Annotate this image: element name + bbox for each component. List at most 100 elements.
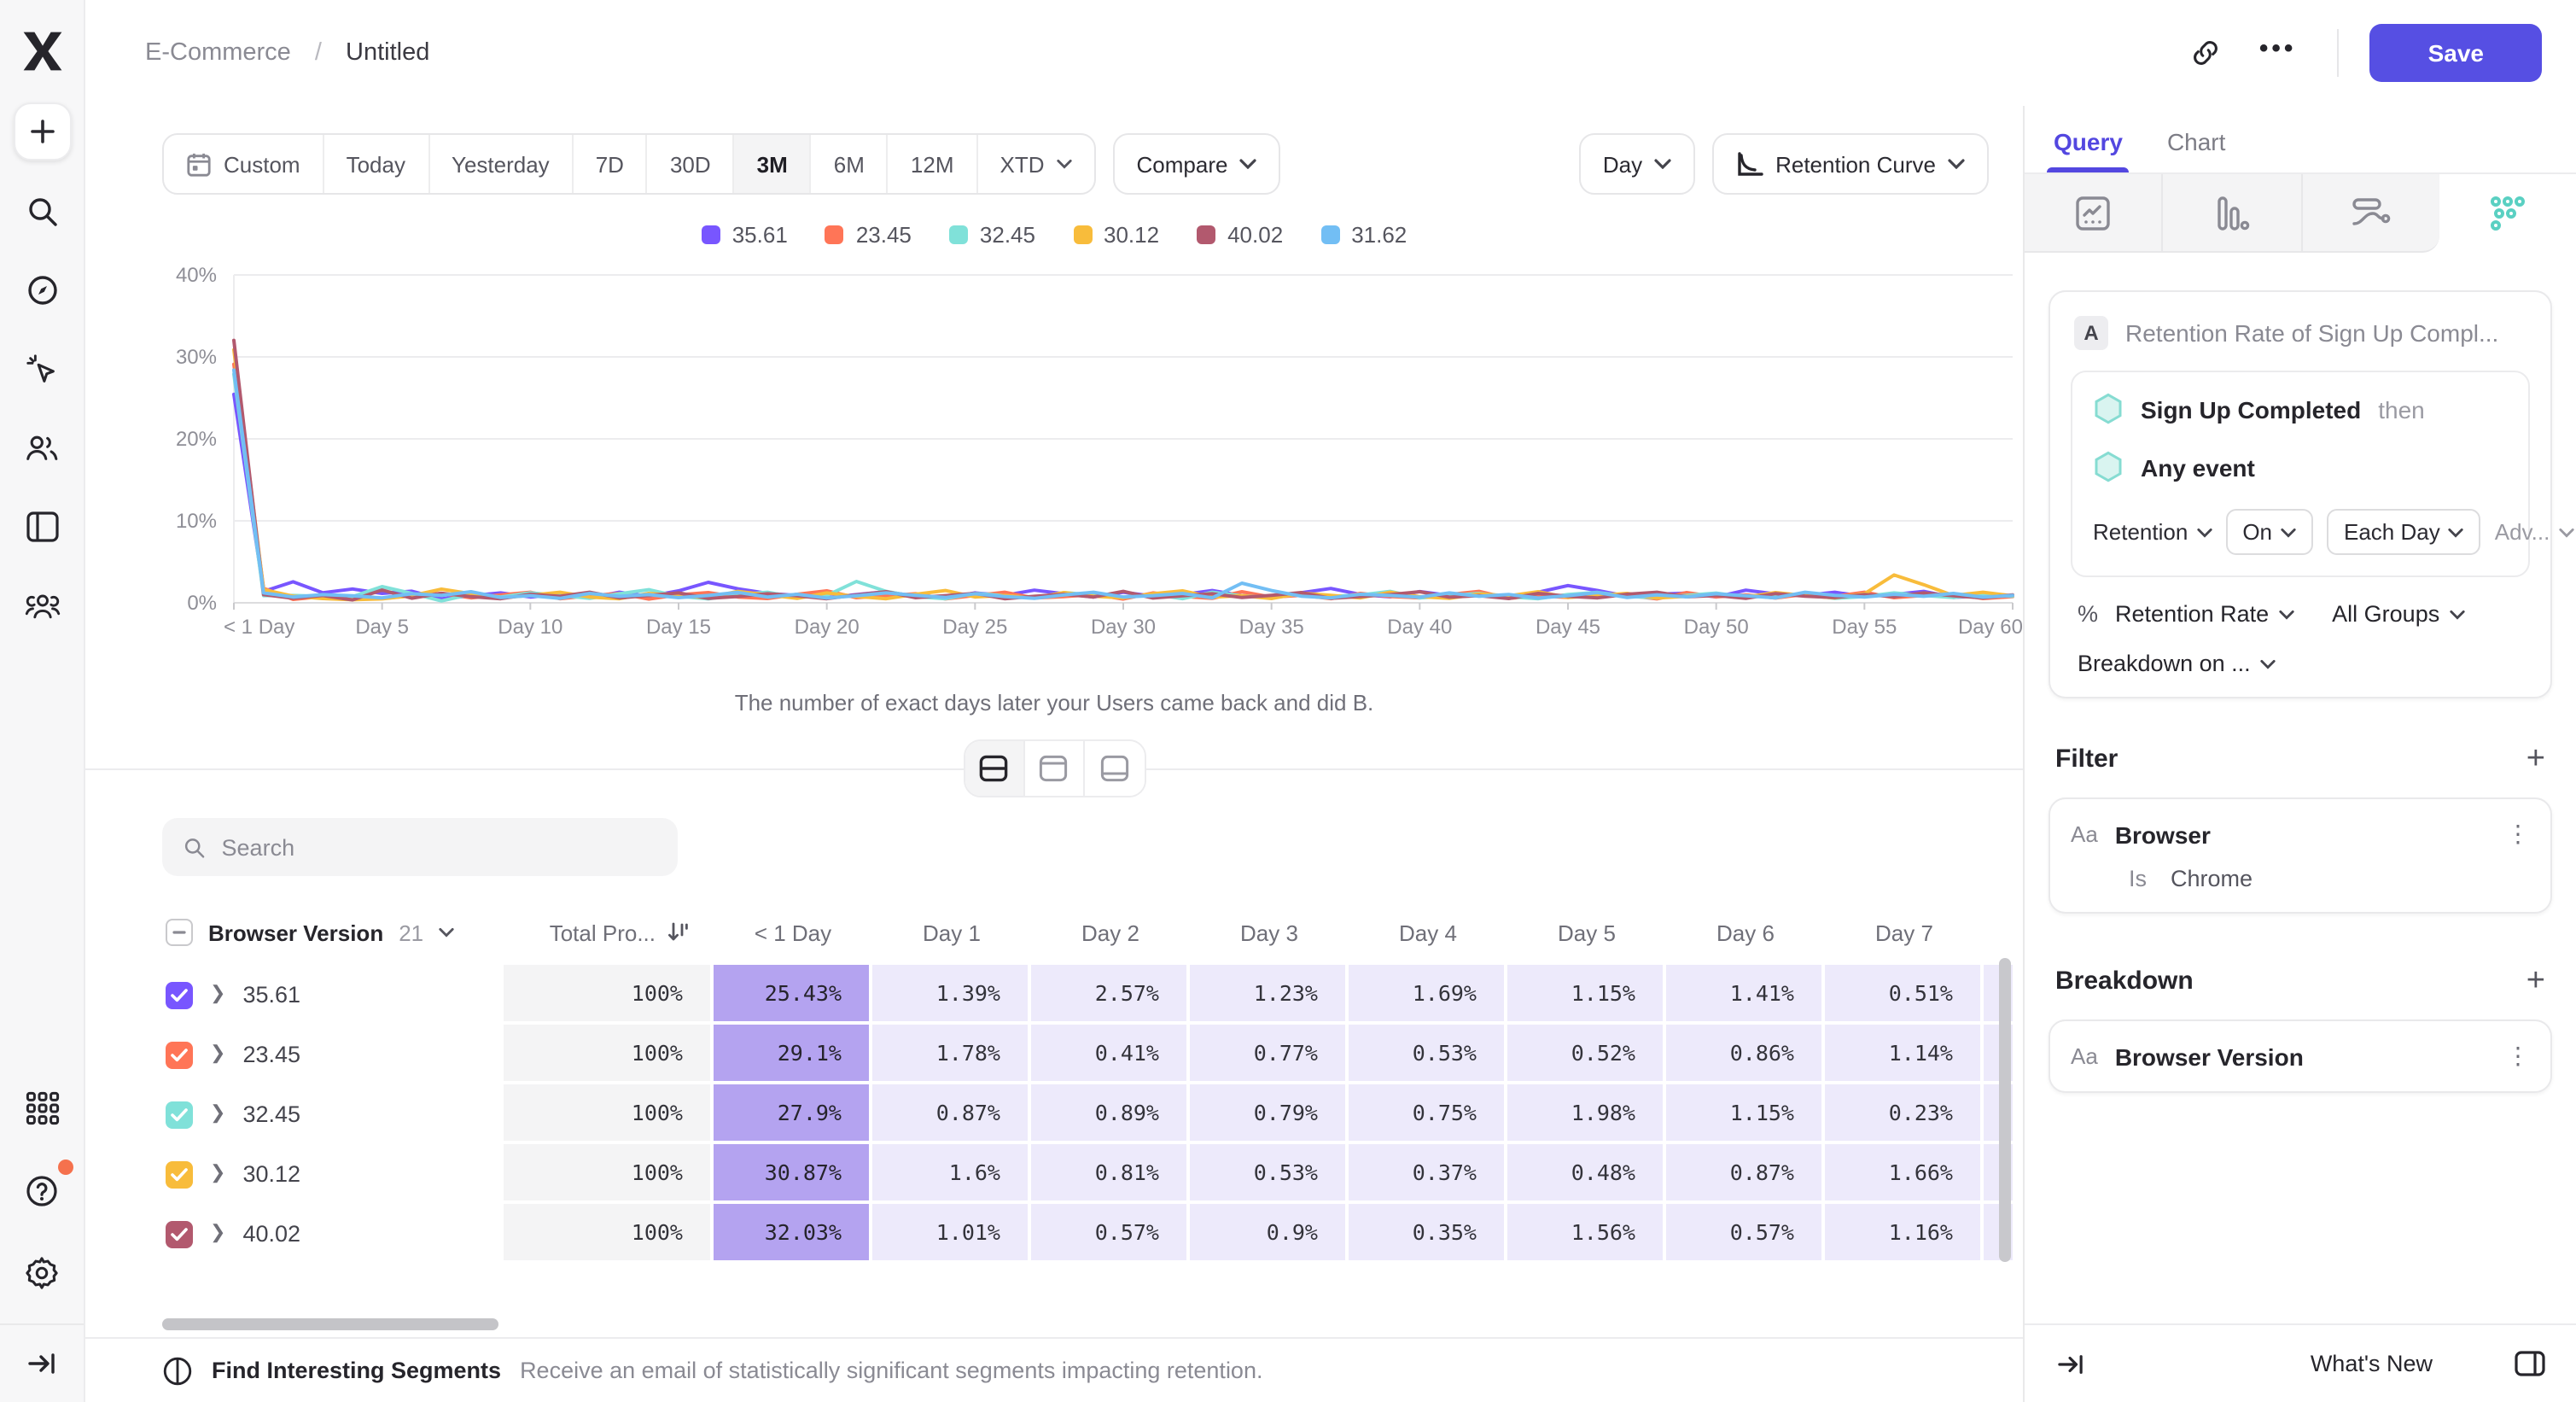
filter-card[interactable]: Aa Browser ⋮ Is Chrome (2049, 797, 2552, 914)
side-panel-toggle-button[interactable] (2508, 1341, 2552, 1386)
series-line-31.62[interactable] (234, 370, 2013, 598)
event-b-name[interactable]: Any event (2141, 453, 2255, 481)
range-30d[interactable]: 30D (648, 135, 735, 193)
table-view-button[interactable] (1084, 741, 1144, 796)
tab-query[interactable]: Query (2054, 128, 2123, 172)
row-checkbox[interactable] (166, 1220, 193, 1247)
sidebar-item-apps[interactable] (15, 1081, 69, 1136)
day-column-header[interactable]: Day 4 (1349, 920, 1507, 945)
find-segments-button[interactable]: Find Interesting Segments (212, 1358, 501, 1383)
chart-view-button[interactable] (1024, 741, 1084, 796)
legend-item[interactable]: 35.61 (702, 222, 788, 248)
series-line-32.45[interactable] (234, 374, 2013, 601)
query-summary[interactable]: Retention Rate of Sign Up Compl... (2125, 319, 2498, 347)
breakdown-on-dropdown[interactable]: Breakdown on ... (2078, 651, 2251, 676)
horizontal-scrollbar[interactable] (162, 1318, 498, 1330)
more-options-button[interactable]: ••• (2249, 24, 2307, 82)
series-line-40.02[interactable] (234, 341, 2013, 600)
chart-type-button[interactable]: Retention Curve (1712, 133, 1989, 195)
day-column-header[interactable]: Day 1 (872, 920, 1031, 945)
funnels-type-button[interactable] (2164, 174, 2303, 253)
range-7d[interactable]: 7D (574, 135, 648, 193)
compare-button[interactable]: Compare (1113, 133, 1281, 195)
event-a-name[interactable]: Sign Up Completed (2141, 395, 2361, 423)
row-label-cell[interactable]: ❯ 35.61 (162, 965, 504, 1025)
row-label-cell[interactable]: ❯ 30.12 (162, 1144, 504, 1204)
breakdown-card[interactable]: Aa Browser Version ⋮ (2049, 1019, 2552, 1093)
add-filter-button[interactable]: + (2526, 743, 2545, 775)
sidebar-item-cohorts[interactable] (15, 577, 69, 632)
series-line-30.12[interactable] (234, 350, 2013, 600)
row-label-cell[interactable]: ❯ 40.02 (162, 1204, 504, 1264)
range-yesterday[interactable]: Yesterday (429, 135, 574, 193)
day-column-header[interactable]: Day 5 (1507, 920, 1666, 945)
vertical-scrollbar[interactable] (1999, 958, 2011, 1262)
on-dropdown[interactable]: On (2225, 509, 2313, 555)
sidebar-item-help[interactable] (15, 1163, 69, 1218)
advanced-dropdown[interactable]: Adv... (2495, 519, 2574, 545)
day-column-header[interactable]: < 1 Day (714, 920, 872, 945)
legend-item[interactable]: 30.12 (1073, 222, 1159, 248)
sidebar-item-settings[interactable] (15, 1245, 69, 1300)
whats-new-link[interactable]: What's New (2311, 1351, 2433, 1376)
day-column-header[interactable]: Day 7 (1825, 920, 1984, 945)
day-column-header[interactable]: Day 3 (1190, 920, 1349, 945)
breakdown-property[interactable]: Browser Version (2115, 1043, 2304, 1070)
search-input[interactable] (222, 834, 657, 860)
add-breakdown-button[interactable]: + (2526, 965, 2545, 997)
range-3m[interactable]: 3M (735, 135, 812, 193)
expand-row-icon[interactable]: ❯ (210, 1206, 225, 1262)
row-checkbox[interactable] (166, 1041, 193, 1068)
range-6m[interactable]: 6M (812, 135, 889, 193)
row-label-cell[interactable]: ❯ 23.45 (162, 1025, 504, 1084)
range-12m[interactable]: 12M (889, 135, 978, 193)
sidebar-item-users[interactable] (15, 420, 69, 475)
granularity-button[interactable]: Day (1579, 133, 1695, 195)
range-custom[interactable]: Custom (164, 135, 324, 193)
event-b-row[interactable]: Any event (2093, 451, 2508, 483)
expand-row-icon[interactable]: ❯ (210, 967, 225, 1023)
day-column-header[interactable]: Day 6 (1666, 920, 1825, 945)
series-line-35.61[interactable] (234, 394, 2013, 599)
legend-item[interactable]: 23.45 (825, 222, 912, 248)
expand-row-icon[interactable]: ❯ (210, 1146, 225, 1202)
range-today[interactable]: Today (324, 135, 429, 193)
row-checkbox[interactable] (166, 981, 193, 1008)
expand-row-icon[interactable]: ❯ (210, 1026, 225, 1083)
day-column-header[interactable]: Day 2 (1031, 920, 1190, 945)
tab-chart[interactable]: Chart (2167, 128, 2225, 172)
total-column-header[interactable]: Total Pro... (504, 920, 714, 945)
collapse-panel-button[interactable] (2049, 1341, 2093, 1386)
legend-item[interactable]: 31.62 (1320, 222, 1407, 248)
save-button[interactable]: Save (2370, 24, 2542, 82)
event-a-row[interactable]: Sign Up Completed then (2093, 393, 2508, 425)
breadcrumb-project[interactable]: E-Commerce (145, 39, 291, 67)
row-checkbox[interactable] (166, 1101, 193, 1128)
copy-link-button[interactable] (2177, 24, 2235, 82)
retention-type-dropdown[interactable]: Retention (2093, 519, 2212, 545)
select-all-checkbox[interactable] (166, 919, 193, 946)
legend-item[interactable]: 40.02 (1197, 222, 1283, 248)
filter-property[interactable]: Browser (2115, 821, 2211, 848)
flows-type-button[interactable] (2302, 174, 2439, 253)
rate-dropdown[interactable]: Retention Rate (2115, 601, 2269, 627)
legend-item[interactable]: 32.45 (949, 222, 1035, 248)
filter-value[interactable]: Chrome (2171, 866, 2253, 891)
sidebar-item-boards[interactable] (15, 499, 69, 553)
each-day-dropdown[interactable]: Each Day (2327, 509, 2481, 555)
range-xtd[interactable]: XTD (978, 135, 1094, 193)
kebab-menu-icon[interactable]: ⋮ (2506, 1042, 2530, 1071)
retention-type-button[interactable] (2439, 174, 2576, 253)
expand-sidebar-button[interactable] (15, 1336, 69, 1391)
filter-operator[interactable]: Is (2129, 866, 2147, 891)
sidebar-item-search[interactable] (15, 184, 69, 239)
sidebar-item-discover[interactable] (15, 263, 69, 318)
sidebar-item-events[interactable] (15, 342, 69, 396)
group-column-name[interactable]: Browser Version (208, 920, 383, 945)
row-checkbox[interactable] (166, 1160, 193, 1188)
groups-dropdown[interactable]: All Groups (2332, 601, 2439, 627)
report-title[interactable]: Untitled (346, 39, 429, 67)
series-line-23.45[interactable] (234, 365, 2013, 599)
create-new-button[interactable] (13, 102, 71, 161)
split-view-button[interactable] (965, 741, 1024, 796)
